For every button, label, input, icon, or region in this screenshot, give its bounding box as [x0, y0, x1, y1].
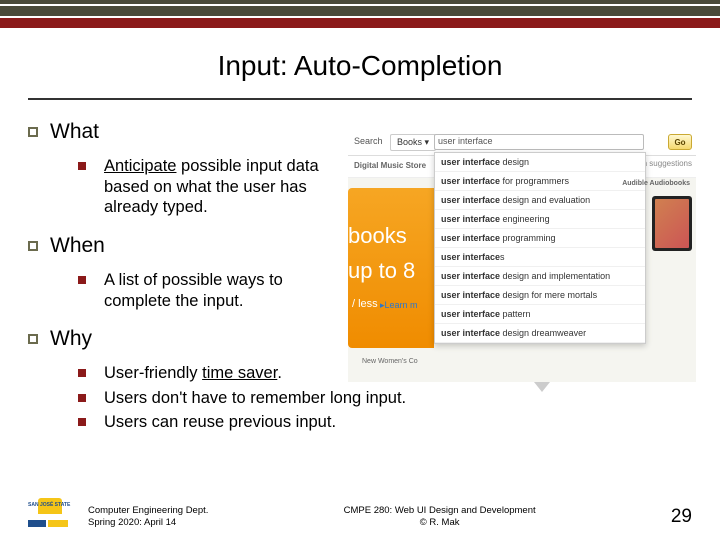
- bullet-open-icon: [28, 241, 38, 251]
- bullet-why-1-text: User-friendly time saver.: [104, 363, 282, 384]
- university-logo: SAN JOSÉ STATE: [28, 498, 72, 528]
- dropdown-item[interactable]: user interface design: [435, 153, 645, 172]
- decor-band-1: [0, 0, 720, 4]
- bullet-when-1: A list of possible ways to complete the …: [78, 270, 348, 311]
- dropdown-item[interactable]: user interface programming: [435, 229, 645, 248]
- dropdown-item[interactable]: user interface design for mere mortals: [435, 286, 645, 305]
- example-screenshot: Search Books ▾ user interface Go Digital…: [348, 130, 696, 382]
- bullet-solid-icon: [78, 418, 86, 426]
- bullet-when-1-text: A list of possible ways to complete the …: [104, 270, 348, 311]
- bullet-open-icon: [28, 334, 38, 344]
- heading-when: When: [50, 234, 105, 258]
- promo-banner: books up to 8 / less: [348, 188, 434, 348]
- bullet-solid-icon: [78, 276, 86, 284]
- bullet-why-1-tail: .: [277, 364, 282, 382]
- bullet-why-3-text: Users can reuse previous input.: [104, 412, 336, 433]
- footer-dept-line1: Computer Engineering Dept.: [88, 505, 208, 516]
- dropdown-item[interactable]: user interfaces: [435, 248, 645, 267]
- heading-what: What: [50, 120, 99, 144]
- bullet-why-2: Users don't have to remember long input.: [78, 388, 678, 409]
- footer-course-line1: CMPE 280: Web UI Design and Development: [344, 505, 536, 516]
- logo-text: SAN JOSÉ STATE: [28, 502, 70, 508]
- autocomplete-dropdown: user interface design user interface for…: [434, 152, 646, 344]
- dropdown-item[interactable]: user interface engineering: [435, 210, 645, 229]
- footer-dept-line2: Spring 2020: April 14: [88, 517, 208, 528]
- search-label: Search: [354, 136, 383, 146]
- title-underline: [28, 98, 692, 100]
- bullet-why-2-text: Users don't have to remember long input.: [104, 388, 406, 409]
- books-dropdown[interactable]: Books ▾: [390, 134, 436, 151]
- bullet-open-icon: [28, 127, 38, 137]
- dropdown-item[interactable]: user interface design and evaluation: [435, 191, 645, 210]
- page-number: 29: [671, 506, 692, 528]
- learn-more-link[interactable]: ▸Learn m: [380, 300, 418, 311]
- underlined-word: Anticipate: [104, 157, 176, 175]
- promo-less: / less: [352, 298, 378, 310]
- bullet-solid-icon: [78, 162, 86, 170]
- bullet-what-1: Anticipate possible input data based on …: [78, 156, 348, 218]
- footer: SAN JOSÉ STATE Computer Engineering Dept…: [28, 498, 692, 528]
- bullet-solid-icon: [78, 369, 86, 377]
- footer-dept: Computer Engineering Dept. Spring 2020: …: [88, 505, 208, 528]
- footer-course: CMPE 280: Web UI Design and Development …: [344, 505, 536, 528]
- go-button[interactable]: Go: [668, 134, 692, 150]
- audiobooks-label: Audible Audiobooks: [622, 180, 690, 187]
- decor-band-2: [0, 6, 720, 16]
- dropdown-arrow-icon: [534, 382, 550, 392]
- bullet-what-1-text: Anticipate possible input data based on …: [104, 156, 348, 218]
- dept-label: Digital Music Store: [354, 161, 426, 170]
- promo-books: books: [348, 223, 407, 249]
- dropdown-item[interactable]: user interface design dreamweaver: [435, 324, 645, 343]
- bullet-why-1-lead: User-friendly: [104, 364, 202, 382]
- bullet-why-3: Users can reuse previous input.: [78, 412, 678, 433]
- promo-upto: up to 8: [348, 258, 415, 284]
- footer-course-line2: © R. Mak: [344, 517, 536, 528]
- dropdown-item[interactable]: user interface pattern: [435, 305, 645, 324]
- decor-band-3: [0, 18, 720, 28]
- bottom-promo-label: New Women's Co: [362, 358, 418, 365]
- search-input-value: user interface: [438, 136, 493, 146]
- dropdown-item[interactable]: user interface design and implementation: [435, 267, 645, 286]
- dropdown-item[interactable]: user interface for programmers: [435, 172, 645, 191]
- underlined-word: time saver: [202, 364, 277, 382]
- tablet-icon: [652, 196, 692, 251]
- slide-title: Input: Auto-Completion: [0, 50, 720, 82]
- bullet-solid-icon: [78, 394, 86, 402]
- heading-why: Why: [50, 327, 92, 351]
